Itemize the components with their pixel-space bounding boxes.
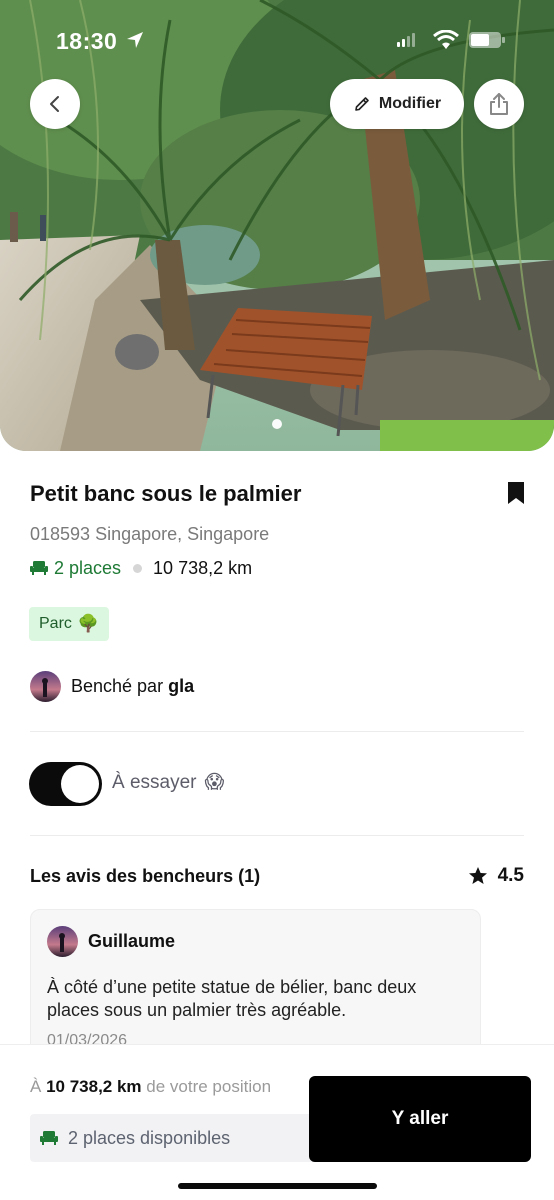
review-text: À côté d’une petite statue de bélier, ba… xyxy=(47,977,417,1020)
share-button[interactable] xyxy=(474,79,524,129)
photo-pager-dot[interactable] xyxy=(272,419,282,429)
tree-icon: 🌳 xyxy=(77,614,100,633)
bottom-action-bar: À 10 738,2 km de votre position 2 places… xyxy=(0,1044,554,1200)
bench-title: Petit banc sous le palmier xyxy=(30,481,302,506)
go-button[interactable]: Y aller xyxy=(309,1076,531,1162)
shocked-face-icon: 😱 xyxy=(204,772,225,793)
bench-meta: 2 places 10 738,2 km xyxy=(30,556,252,580)
divider xyxy=(30,731,524,732)
toggle-knob xyxy=(61,765,99,803)
wifi-icon xyxy=(433,30,459,49)
bench-places: 2 places xyxy=(54,557,122,578)
author-name[interactable]: gla xyxy=(168,676,194,696)
bench-distance: 10 738,2 km xyxy=(153,557,253,578)
reviews-title: Les avis des bencheurs (1) xyxy=(30,866,261,886)
bench-address: 018593 Singapore, Singapore xyxy=(30,524,270,544)
author-text: Benché par gla xyxy=(71,676,194,697)
distance-suffix: de votre position xyxy=(146,1077,272,1096)
separator-dot xyxy=(133,563,143,573)
bookmark-icon[interactable] xyxy=(506,480,526,506)
reviewer-name: Guillaume xyxy=(88,931,176,951)
share-icon xyxy=(490,93,508,115)
back-button[interactable] xyxy=(30,79,80,129)
rating: 4.5 xyxy=(468,865,524,887)
divider xyxy=(30,835,524,836)
author-row[interactable]: Benché par gla xyxy=(30,670,194,702)
location-arrow-icon xyxy=(127,32,143,48)
edit-button[interactable]: Modifier xyxy=(330,79,464,129)
category-tag-label: Parc xyxy=(39,615,72,632)
author-prefix: Benché par xyxy=(71,675,164,696)
status-bar: 18:30 xyxy=(0,0,554,80)
battery-icon xyxy=(469,32,505,48)
author-avatar xyxy=(30,670,61,702)
distance-value: 10 738,2 km xyxy=(46,1077,142,1096)
star-icon xyxy=(468,867,487,884)
try-toggle[interactable] xyxy=(29,762,102,806)
places-available-box: 2 places disponibles xyxy=(30,1114,330,1162)
category-tag: Parc 🌳 xyxy=(29,607,110,641)
back-icon xyxy=(50,96,59,112)
try-toggle-text: À essayer xyxy=(112,771,197,793)
pencil-icon xyxy=(355,97,369,111)
go-button-label: Y aller xyxy=(391,1108,449,1129)
reviewer-avatar xyxy=(47,926,78,957)
bench-photo[interactable]: 18:30 Modifier xyxy=(0,0,554,451)
status-time: 18:30 xyxy=(56,28,118,54)
bench-icon xyxy=(30,561,48,575)
edit-button-label: Modifier xyxy=(378,95,442,112)
try-toggle-label: À essayer 😱 xyxy=(112,771,224,794)
bench-icon xyxy=(40,1131,58,1145)
distance-line: À 10 738,2 km de votre position xyxy=(30,1077,271,1097)
rating-value: 4.5 xyxy=(497,865,524,886)
review-header: Guillaume xyxy=(47,926,175,957)
places-available-text: 2 places disponibles xyxy=(68,1127,231,1148)
home-indicator[interactable] xyxy=(178,1183,377,1189)
distance-prefix: À xyxy=(30,1077,42,1096)
signal-icon xyxy=(397,33,415,47)
photo-pager[interactable] xyxy=(0,419,554,429)
